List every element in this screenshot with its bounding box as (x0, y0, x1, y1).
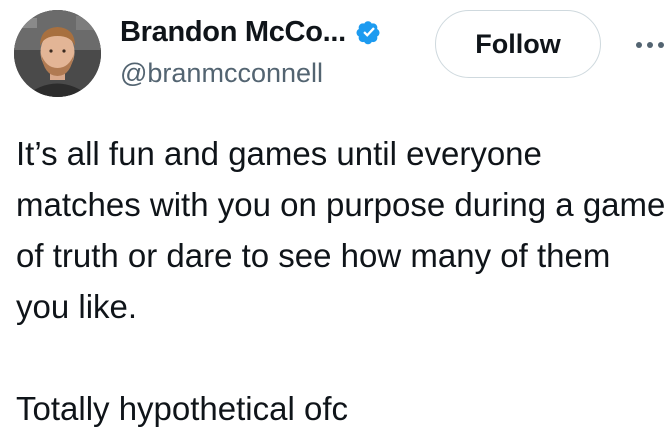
profile-photo-icon (14, 10, 101, 97)
author-name-row: Brandon McCo... (120, 14, 384, 50)
author-handle[interactable]: @branmcconnell (120, 58, 323, 89)
dot (647, 42, 653, 48)
verified-badge-icon[interactable] (354, 17, 384, 47)
tweet-text: It’s all fun and games until everyone ma… (16, 128, 666, 434)
tweet-paragraph-1: It’s all fun and games until everyone ma… (16, 135, 666, 325)
dot (658, 42, 664, 48)
more-options-icon[interactable] (636, 34, 672, 56)
tweet-paragraph-2: Totally hypothetical ofc (16, 390, 349, 427)
follow-button[interactable]: Follow (435, 10, 601, 78)
avatar[interactable] (14, 10, 101, 97)
dot (636, 42, 642, 48)
author-display-name[interactable]: Brandon McCo... (120, 16, 346, 49)
tweet-card: Brandon McCo... @branmcconnell Follow It… (0, 0, 672, 443)
